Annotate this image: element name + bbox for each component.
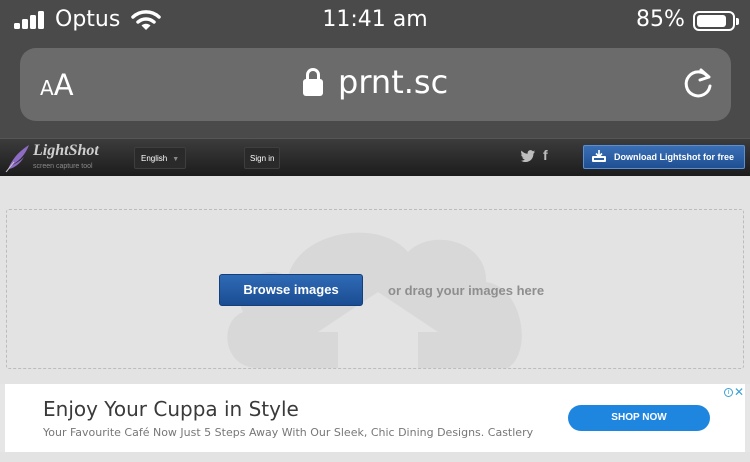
brand-name[interactable]: LightShot — [33, 142, 99, 160]
status-bar: Optus 11:41 am 85% — [0, 0, 750, 42]
drag-images-hint: or drag your images here — [388, 283, 545, 298]
browse-images-button[interactable]: Browse images — [219, 274, 363, 306]
ad-headline[interactable]: Enjoy Your Cuppa in Style — [43, 397, 299, 421]
reload-icon[interactable] — [680, 66, 716, 102]
brand-tagline: screen capture tool — [33, 163, 93, 170]
facebook-icon[interactable]: f — [543, 147, 548, 163]
signin-button[interactable]: Sign in — [244, 147, 281, 169]
ad-info-icon[interactable]: i — [724, 388, 733, 397]
page-bottom — [0, 452, 750, 462]
download-lightshot-button[interactable]: Download Lightshot for free — [583, 145, 745, 169]
address-bar[interactable]: AA prnt.sc — [20, 48, 731, 121]
battery-percentage: 85% — [636, 7, 685, 32]
battery-icon — [693, 11, 739, 31]
language-select[interactable]: English ▼ — [134, 147, 187, 169]
ad-description: Your Favourite Café Now Just 5 Steps Awa… — [43, 426, 534, 439]
site-header: LightShot screen capture tool English ▼ S… — [0, 138, 750, 176]
advertisement-banner[interactable]: i ✕ Enjoy Your Cuppa in Style Your Favou… — [5, 384, 745, 452]
url-domain[interactable]: prnt.sc — [338, 63, 448, 101]
monitor-download-icon — [592, 150, 606, 162]
shop-now-button[interactable]: SHOP NOW — [568, 405, 710, 431]
ad-close-icon[interactable]: ✕ — [734, 385, 744, 399]
feather-logo-icon[interactable] — [4, 143, 32, 173]
lock-icon — [303, 68, 323, 98]
text-size-button[interactable]: AA — [40, 68, 74, 102]
twitter-icon[interactable] — [521, 150, 535, 162]
chevron-down-icon: ▼ — [172, 156, 180, 163]
browser-chrome: Optus 11:41 am 85% AA prnt.sc — [0, 0, 750, 138]
